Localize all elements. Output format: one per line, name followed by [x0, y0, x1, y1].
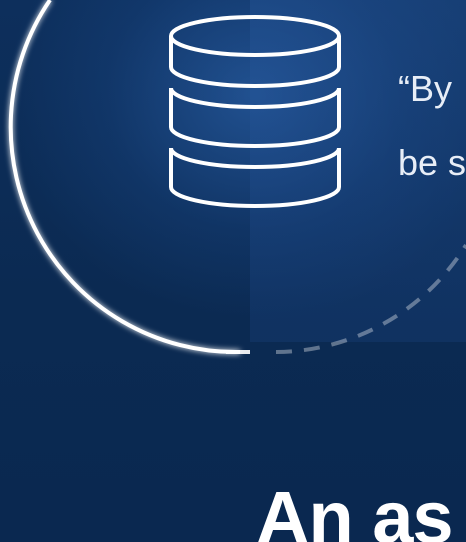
dashed-arc	[275, 243, 466, 354]
quote-line-1: “By	[398, 68, 452, 109]
quote-text: “By be s	[398, 52, 466, 200]
section-heading: An as	[256, 478, 454, 542]
hero-section: “By be s An as	[0, 0, 466, 542]
circle-graphic	[8, 0, 466, 355]
database-icon	[169, 15, 341, 208]
quote-line-2: be s	[398, 142, 466, 183]
